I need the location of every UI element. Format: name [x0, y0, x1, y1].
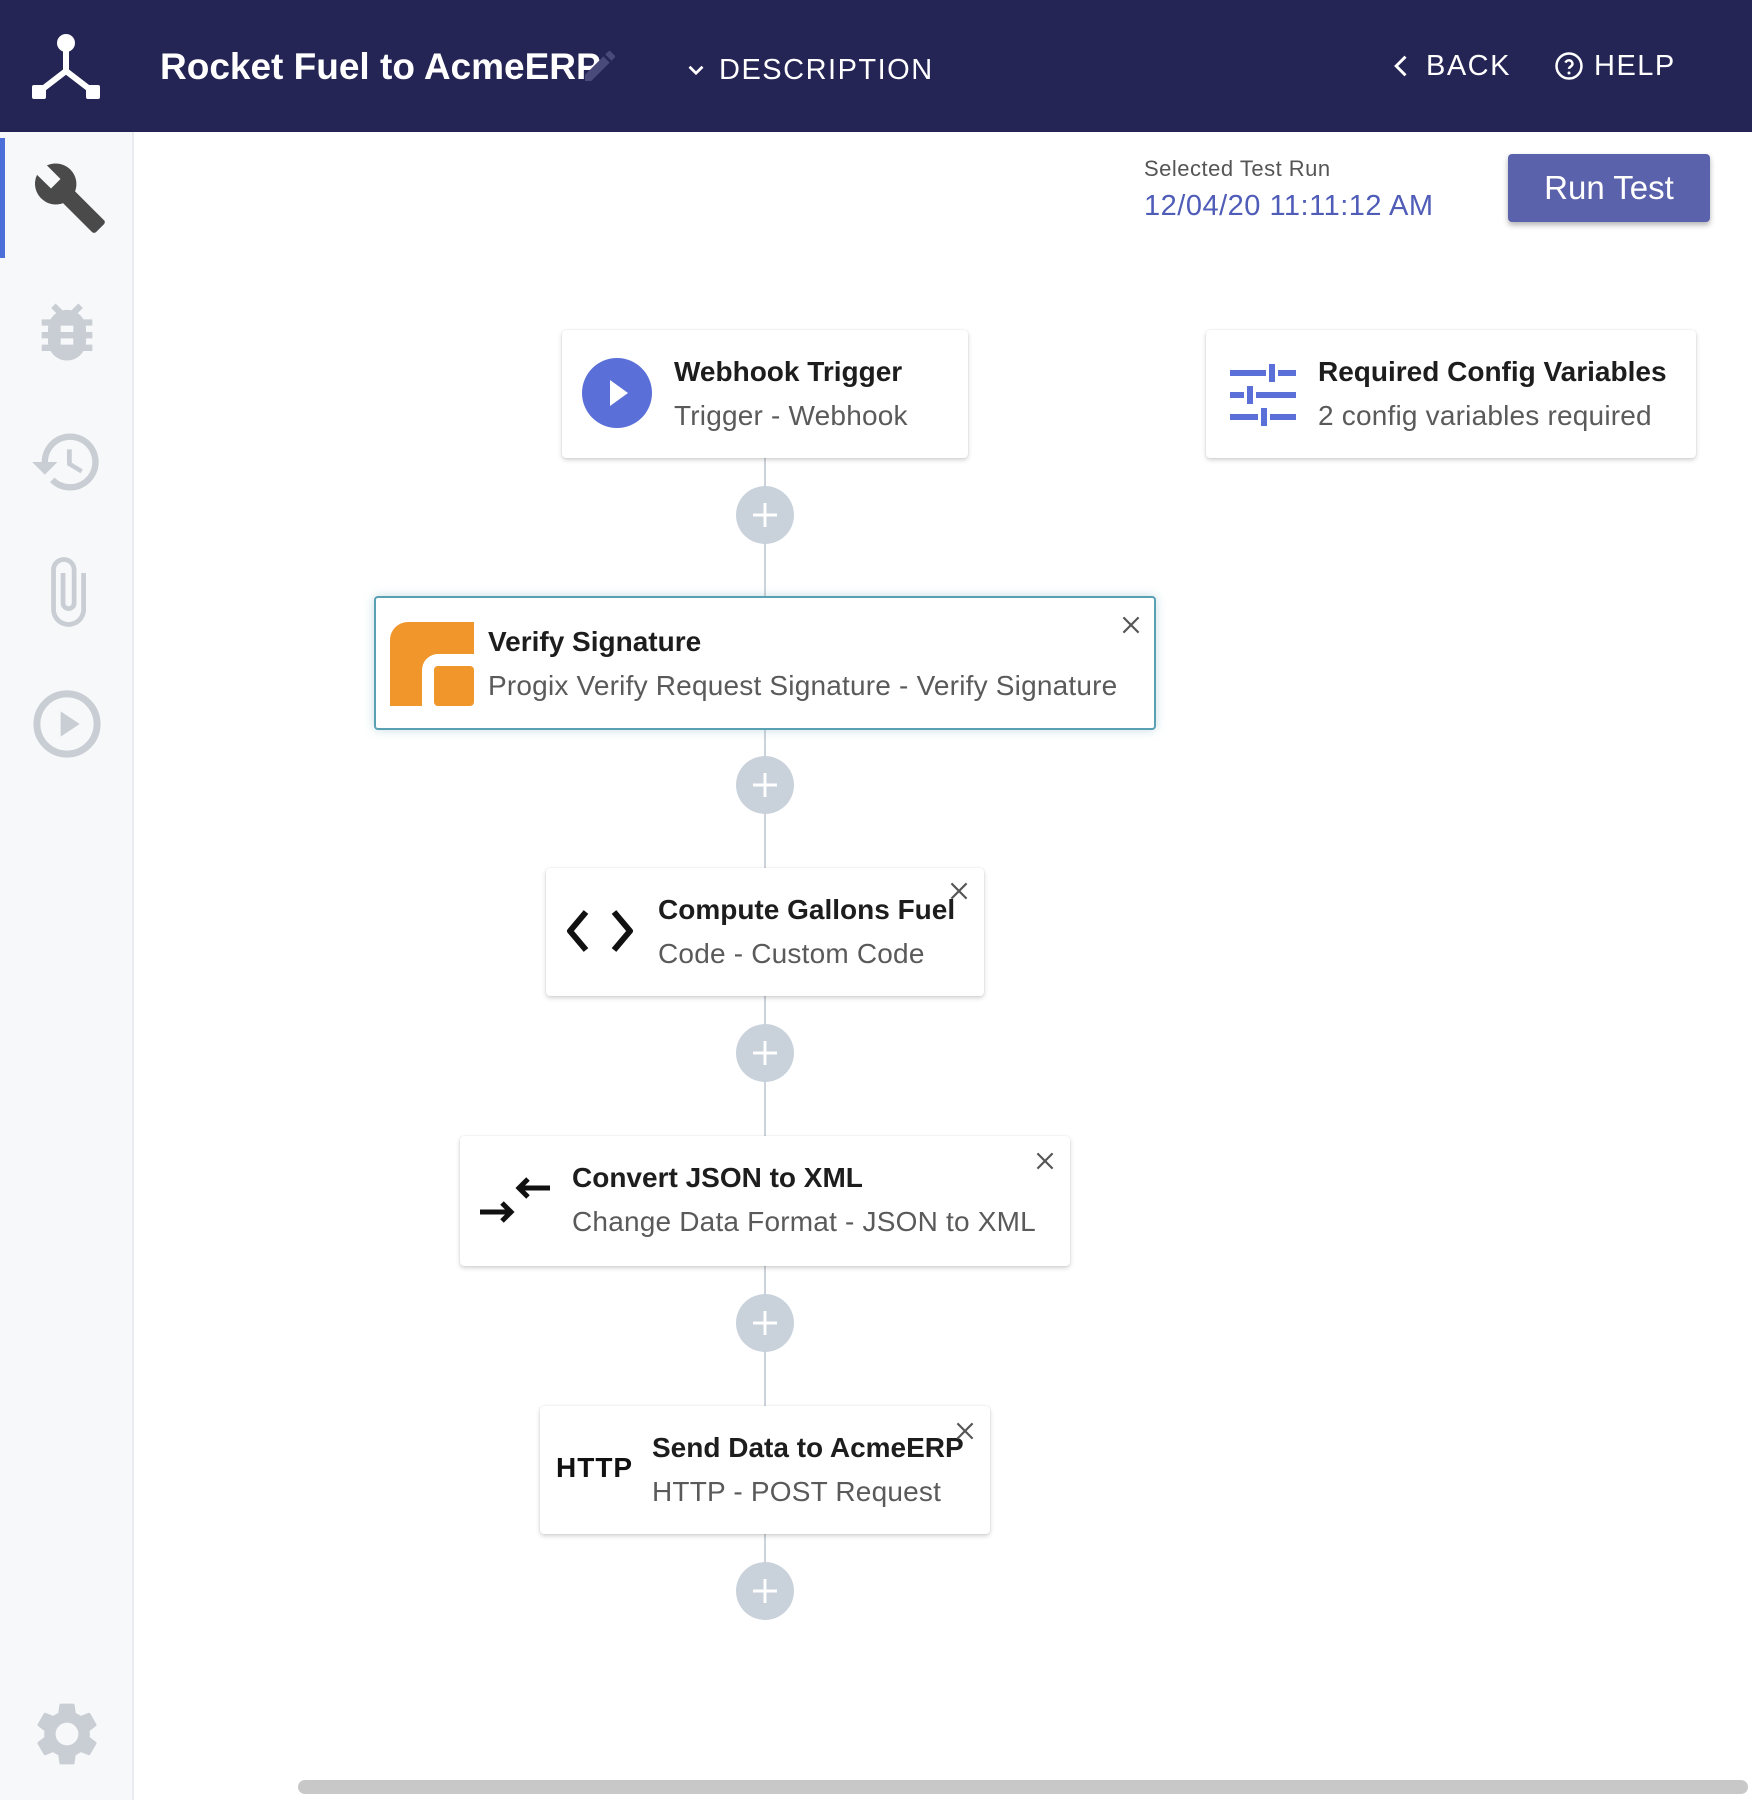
sidebar-item-attachments[interactable] — [0, 532, 134, 652]
description-label: DESCRIPTION — [719, 53, 934, 86]
sliders-icon — [1230, 364, 1296, 426]
step-subtitle: HTTP - POST Request — [652, 1476, 942, 1507]
back-button[interactable]: BACK — [1388, 46, 1511, 86]
top-bar: Rocket Fuel to AcmeERP DESCRIPTION BACK … — [0, 0, 1752, 132]
gear-icon — [37, 1703, 97, 1765]
plus-icon — [753, 1041, 777, 1065]
plus-icon — [753, 1311, 777, 1335]
history-icon — [32, 433, 99, 491]
config-variables-card[interactable]: Required Config Variables 2 config varia… — [1206, 330, 1696, 458]
step-card-send-data-to-acmeerp[interactable]: HTTP Send Data to AcmeERP HTTP - POST Re… — [540, 1406, 990, 1534]
play-circle-icon — [33, 690, 101, 758]
step-card-convert-json-to-xml[interactable]: Convert JSON to XML Change Data Format -… — [460, 1136, 1070, 1266]
help-circle-icon — [1555, 52, 1583, 80]
close-icon[interactable] — [952, 1418, 978, 1444]
step-subtitle: 2 config variables required — [1318, 400, 1652, 431]
step-title: Convert JSON to XML — [572, 1162, 863, 1193]
add-step-button[interactable] — [736, 1562, 794, 1620]
step-subtitle: Code - Custom Code — [658, 938, 925, 969]
integration-title: Rocket Fuel to AcmeERP — [160, 46, 601, 87]
description-toggle[interactable]: DESCRIPTION — [683, 50, 934, 90]
step-title: Send Data to AcmeERP — [652, 1432, 964, 1463]
paperclip-icon — [51, 557, 86, 627]
add-step-button[interactable] — [736, 1294, 794, 1352]
sidebar-item-designer[interactable] — [0, 138, 134, 258]
help-button[interactable]: HELP — [1554, 46, 1676, 86]
close-icon[interactable] — [1118, 612, 1144, 638]
play-icon — [582, 358, 652, 428]
step-title: Webhook Trigger — [674, 356, 903, 387]
edit-pencil-icon[interactable] — [580, 46, 620, 86]
selected-test-run-value[interactable]: 12/04/20 11:11:12 AM — [1144, 190, 1433, 223]
step-title: Verify Signature — [488, 626, 702, 657]
step-subtitle: Change Data Format - JSON to XML — [572, 1206, 1036, 1237]
sidebar-item-history[interactable] — [0, 402, 134, 522]
plus-icon — [753, 1579, 777, 1603]
step-title: Compute Gallons Fuel — [658, 894, 956, 925]
left-sidebar — [0, 132, 134, 1800]
http-icon: HTTP — [556, 1452, 634, 1483]
chevron-left-icon — [1394, 55, 1407, 77]
add-step-button[interactable] — [736, 756, 794, 814]
add-step-button[interactable] — [736, 1024, 794, 1082]
chevron-down-icon — [688, 65, 704, 76]
selected-test-run-label: Selected Test Run — [1144, 156, 1331, 181]
add-step-button[interactable] — [736, 486, 794, 544]
run-test-button[interactable]: Run Test — [1508, 154, 1710, 222]
wrench-icon — [34, 163, 105, 233]
help-label: HELP — [1594, 49, 1676, 82]
close-icon[interactable] — [1032, 1148, 1058, 1174]
progix-logo-icon — [390, 622, 474, 706]
sidebar-item-settings[interactable] — [0, 1674, 134, 1794]
swap-arrows-icon — [480, 1177, 550, 1223]
step-title: Required Config Variables — [1318, 356, 1667, 387]
sidebar-item-debug[interactable] — [0, 272, 134, 392]
integration-logo-icon[interactable] — [30, 33, 102, 99]
code-icon — [567, 910, 633, 952]
horizontal-scrollbar[interactable] — [298, 1780, 1748, 1794]
step-card-verify-signature[interactable]: Verify Signature Progix Verify Request S… — [374, 596, 1156, 730]
flow-connector — [764, 1534, 766, 1564]
step-subtitle: Progix Verify Request Signature - Verify… — [488, 670, 1118, 701]
plus-icon — [753, 503, 777, 527]
step-subtitle: Trigger - Webhook — [674, 400, 908, 431]
bug-icon — [41, 303, 93, 361]
plus-icon — [753, 773, 777, 797]
close-icon[interactable] — [946, 878, 972, 904]
step-card-compute-gallons-fuel[interactable]: Compute Gallons Fuel Code - Custom Code — [546, 868, 984, 996]
sidebar-item-executions[interactable] — [0, 664, 134, 784]
back-label: BACK — [1426, 49, 1511, 82]
trigger-card[interactable]: Webhook Trigger Trigger - Webhook — [562, 330, 968, 458]
